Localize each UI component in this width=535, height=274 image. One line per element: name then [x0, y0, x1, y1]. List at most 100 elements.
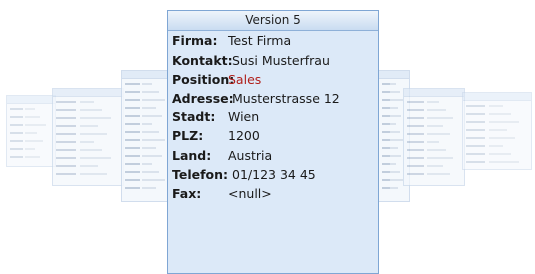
- ghost-card-label-line: [125, 115, 140, 117]
- field-label-telefon: Telefon:: [172, 167, 229, 182]
- version-card-title: Version 5: [168, 11, 378, 31]
- field-value-fax: <null>: [228, 186, 272, 201]
- ghost-card-value-line: [25, 148, 35, 150]
- ghost-card-value-line: [390, 171, 400, 173]
- ghost-card-value-line: [25, 108, 35, 110]
- ghost-card-value-line: [25, 116, 40, 118]
- ghost-card-label-line: [125, 163, 140, 165]
- ghost-card-label-line: [466, 121, 485, 123]
- ghost-card-label-line: [382, 155, 390, 157]
- ghost-card-label-line: [125, 179, 140, 181]
- ghost-card-label-line: [125, 83, 140, 85]
- ghost-card-label-line: [407, 125, 424, 127]
- ghost-card-value-line: [80, 149, 102, 151]
- ghost-card-label-line: [125, 131, 140, 133]
- ghost-card-value-line: [80, 165, 98, 167]
- ghost-card-title-bar: [463, 93, 531, 101]
- ghost-card-value-line: [142, 139, 165, 141]
- ghost-card-title-bar: [7, 96, 55, 104]
- ghost-card-label-line: [56, 117, 76, 119]
- ghost-card-label-line: [10, 124, 23, 126]
- ghost-card-label-line: [125, 99, 140, 101]
- ghost-card-value-line: [142, 131, 159, 133]
- ghost-card-label-line: [125, 171, 140, 173]
- ghost-card-value-line: [427, 133, 450, 135]
- ghost-card-label-line: [56, 133, 76, 135]
- field-value-position: Sales: [228, 72, 262, 87]
- ghost-card-label-line: [466, 145, 485, 147]
- ghost-card-label-line: [407, 165, 424, 167]
- ghost-card-label-line: [125, 147, 140, 149]
- ghost-card-value-line: [489, 113, 511, 115]
- ghost-card-label-line: [56, 157, 76, 159]
- ghost-card-value-line: [489, 145, 503, 147]
- ghost-card-value-line: [142, 171, 159, 173]
- ghost-card-value-line: [390, 91, 400, 93]
- ghost-card-value-line: [489, 161, 519, 163]
- ghost-card-label-line: [56, 173, 76, 175]
- ghost-version-card-left-2[interactable]: [52, 88, 124, 186]
- ghost-card-value-line: [489, 129, 507, 131]
- field-label-position: Position:: [172, 72, 235, 87]
- ghost-card-label-line: [10, 156, 23, 158]
- ghost-card-value-line: [427, 117, 453, 119]
- ghost-card-label-line: [10, 116, 23, 118]
- ghost-card-label-line: [466, 153, 485, 155]
- ghost-card-value-line: [390, 99, 403, 101]
- ghost-card-value-line: [80, 157, 111, 159]
- ghost-card-title-bar: [379, 71, 409, 79]
- ghost-card-label-line: [382, 99, 390, 101]
- ghost-card-value-line: [80, 141, 94, 143]
- ghost-card-value-line: [390, 163, 396, 165]
- ghost-card-value-line: [427, 157, 453, 159]
- ghost-version-card-far-right[interactable]: [462, 92, 532, 170]
- field-label-adresse: Adresse:: [172, 91, 234, 106]
- ghost-card-value-line: [142, 163, 152, 165]
- field-value-telefon: 01/123 34 45: [232, 167, 316, 182]
- ghost-card-value-line: [427, 125, 443, 127]
- ghost-card-value-line: [80, 173, 107, 175]
- ghost-card-label-line: [382, 171, 390, 173]
- ghost-card-label-line: [56, 165, 76, 167]
- ghost-card-label-line: [407, 117, 424, 119]
- ghost-card-value-line: [142, 107, 156, 109]
- ghost-card-label-line: [56, 109, 76, 111]
- ghost-card-value-line: [142, 155, 162, 157]
- ghost-card-label-line: [382, 131, 390, 133]
- ghost-card-label-line: [125, 187, 140, 189]
- ghost-card-label-line: [382, 147, 390, 149]
- ghost-card-value-line: [142, 99, 165, 101]
- ghost-card-label-line: [382, 107, 390, 109]
- ghost-card-value-line: [390, 147, 398, 149]
- field-label-kontakt: Kontakt:: [172, 53, 233, 68]
- ghost-card-value-line: [427, 141, 439, 143]
- ghost-card-label-line: [382, 123, 390, 125]
- ghost-card-value-line: [80, 133, 107, 135]
- ghost-card-label-line: [407, 157, 424, 159]
- ghost-card-value-line: [390, 139, 403, 141]
- ghost-version-card-far-left[interactable]: [6, 95, 56, 167]
- ghost-card-label-line: [10, 132, 23, 134]
- version-card[interactable]: Version 5 Firma: Test Firma Kontakt: Sus…: [167, 10, 379, 274]
- ghost-card-value-line: [427, 173, 450, 175]
- ghost-card-label-line: [466, 129, 485, 131]
- ghost-card-label-line: [125, 123, 140, 125]
- ghost-card-value-line: [390, 131, 400, 133]
- field-label-land: Land:: [172, 148, 212, 163]
- ghost-card-value-line: [142, 187, 156, 189]
- ghost-card-value-line: [427, 109, 446, 111]
- ghost-version-card-right-2[interactable]: [403, 88, 465, 186]
- ghost-card-label-line: [382, 163, 390, 165]
- field-value-plz: 1200: [228, 128, 260, 143]
- ghost-card-label-line: [125, 91, 140, 93]
- field-label-firma: Firma:: [172, 33, 218, 48]
- ghost-card-value-line: [80, 109, 102, 111]
- ghost-card-label-line: [382, 179, 390, 181]
- ghost-card-label-line: [125, 107, 140, 109]
- ghost-card-value-line: [489, 137, 515, 139]
- ghost-card-value-line: [80, 117, 111, 119]
- field-value-kontakt: Susi Musterfrau: [232, 53, 330, 68]
- ghost-card-label-line: [56, 101, 76, 103]
- ghost-card-value-line: [142, 179, 165, 181]
- ghost-card-value-line: [25, 132, 37, 134]
